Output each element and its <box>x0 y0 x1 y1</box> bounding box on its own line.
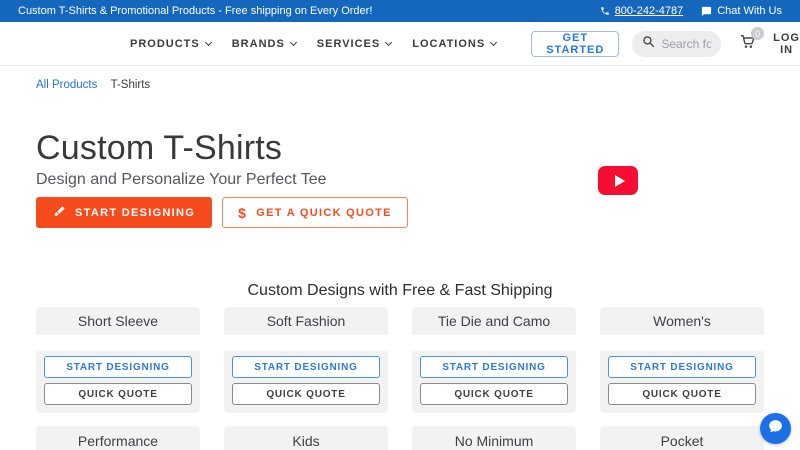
cart-button[interactable]: 0 <box>738 27 765 55</box>
play-icon <box>614 174 625 187</box>
product-card-kids[interactable]: Kids <box>224 426 388 450</box>
chat-with-us-link[interactable]: Chat With Us <box>701 5 782 17</box>
nav-locations-label: LOCATIONS <box>412 37 486 50</box>
card-title: Women's <box>600 307 764 335</box>
nav-locations[interactable]: LOCATIONS <box>412 37 498 50</box>
get-started-button[interactable]: GET STARTED <box>531 30 620 57</box>
main-nav: PRODUCTS BRANDS SERVICES LOCATIONS GET S… <box>0 22 800 66</box>
product-card-soft-fashion[interactable]: Soft Fashion START DESIGNING QUICK QUOTE <box>224 307 388 413</box>
card-start-designing-button[interactable]: START DESIGNING <box>608 356 756 378</box>
card-actions: START DESIGNING QUICK QUOTE <box>36 351 200 413</box>
chevron-down-icon <box>385 38 393 46</box>
product-card-short-sleeve[interactable]: Short Sleeve START DESIGNING QUICK QUOTE <box>36 307 200 413</box>
card-image-placeholder <box>412 335 576 351</box>
chat-fab-button[interactable] <box>760 413 791 444</box>
card-actions: START DESIGNING QUICK QUOTE <box>600 351 764 413</box>
card-start-designing-button[interactable]: START DESIGNING <box>232 356 380 378</box>
card-quick-quote-button[interactable]: QUICK QUOTE <box>608 383 756 405</box>
card-title: No Minimum <box>454 433 534 449</box>
breadcrumb-current: T-Shirts <box>110 79 151 91</box>
card-actions: START DESIGNING QUICK QUOTE <box>224 351 388 413</box>
search-input[interactable] <box>661 36 712 51</box>
breadcrumb: All Products T-Shirts <box>0 66 800 93</box>
page-subtitle: Design and Personalize Your Perfect Tee <box>36 171 327 188</box>
chevron-down-icon <box>204 38 212 46</box>
search-icon <box>642 35 655 53</box>
card-title: Tie Die and Camo <box>412 307 576 335</box>
chevron-down-icon <box>289 38 297 46</box>
login-button[interactable]: LOG IN <box>773 32 800 56</box>
card-start-designing-button[interactable]: START DESIGNING <box>420 356 568 378</box>
card-image-placeholder <box>600 335 764 351</box>
chat-label: Chat With Us <box>717 5 782 17</box>
card-title: Performance <box>77 433 159 449</box>
card-title: Pocket <box>660 433 704 449</box>
breadcrumb-all-products-link[interactable]: All Products <box>36 79 97 91</box>
card-start-designing-button[interactable]: START DESIGNING <box>44 356 192 378</box>
chat-icon <box>701 6 712 17</box>
quick-quote-label: GET A QUICK QUOTE <box>256 206 392 219</box>
phone-icon <box>600 6 610 16</box>
nav-services[interactable]: SERVICES <box>316 37 393 50</box>
product-card-performance[interactable]: Performance <box>36 426 200 450</box>
product-card-pocket[interactable]: Pocket <box>600 426 764 450</box>
hero-section: Custom T-Shirts Design and Personalize Y… <box>0 131 800 228</box>
phone-link[interactable]: 800-242-4787 <box>600 5 684 17</box>
card-quick-quote-button[interactable]: QUICK QUOTE <box>44 383 192 405</box>
promo-message: Custom T-Shirts & Promotional Products -… <box>18 5 373 17</box>
card-title: Short Sleeve <box>36 307 200 335</box>
dollar-icon: $ <box>238 204 248 221</box>
start-designing-label: START DESIGNING <box>75 206 196 219</box>
brush-icon <box>53 205 66 221</box>
search-box[interactable] <box>632 30 722 57</box>
product-card-grid-row2: Performance Kids No Minimum Pocket <box>36 426 764 450</box>
nav-products[interactable]: PRODUCTS <box>130 37 212 50</box>
card-image-placeholder <box>36 335 200 351</box>
card-title: Kids <box>292 433 320 449</box>
promo-bar: Custom T-Shirts & Promotional Products -… <box>0 0 800 22</box>
get-quick-quote-button[interactable]: $ GET A QUICK QUOTE <box>222 197 408 228</box>
start-designing-button[interactable]: START DESIGNING <box>36 197 213 228</box>
card-quick-quote-button[interactable]: QUICK QUOTE <box>232 383 380 405</box>
chevron-down-icon <box>490 38 498 46</box>
product-card-tie-die-camo[interactable]: Tie Die and Camo START DESIGNING QUICK Q… <box>412 307 576 413</box>
cart-count-badge: 0 <box>751 27 765 40</box>
card-title: Soft Fashion <box>224 307 388 335</box>
nav-products-label: PRODUCTS <box>130 37 200 50</box>
card-image-placeholder <box>224 335 388 351</box>
page-title: Custom T-Shirts <box>36 129 283 167</box>
product-card-grid: Short Sleeve START DESIGNING QUICK QUOTE… <box>36 307 764 413</box>
card-actions: START DESIGNING QUICK QUOTE <box>412 351 576 413</box>
nav-brands-label: BRANDS <box>231 37 285 50</box>
nav-brands[interactable]: BRANDS <box>231 37 297 50</box>
nav-services-label: SERVICES <box>316 37 381 50</box>
card-quick-quote-button[interactable]: QUICK QUOTE <box>420 383 568 405</box>
youtube-play-button[interactable] <box>598 166 638 195</box>
product-card-no-minimum[interactable]: No Minimum <box>412 426 576 450</box>
section-title: Custom Designs with Free & Fast Shipping <box>247 282 553 299</box>
product-card-womens[interactable]: Women's START DESIGNING QUICK QUOTE <box>600 307 764 413</box>
chat-bubble-icon <box>767 418 784 440</box>
phone-number: 800-242-4787 <box>614 5 684 17</box>
